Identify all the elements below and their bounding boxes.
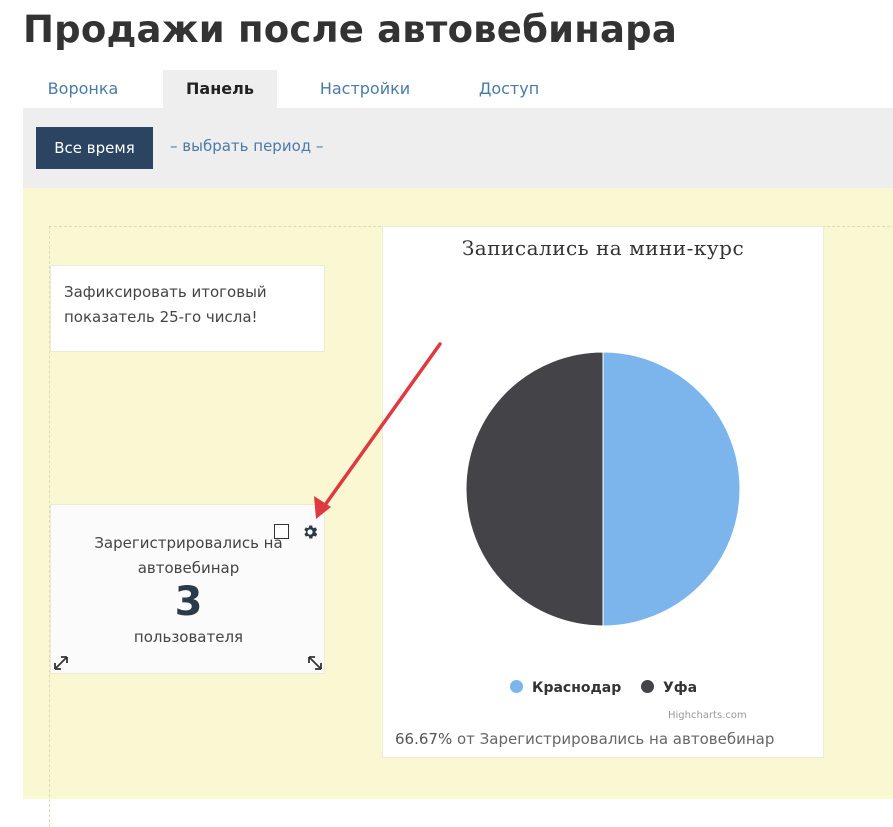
dashboard-area: Зафиксировать итоговый показатель 25-го … xyxy=(23,188,893,827)
tab-panel[interactable]: Панель xyxy=(163,70,277,108)
tab-funnel[interactable]: Воронка xyxy=(23,70,143,108)
note-widget[interactable]: Зафиксировать итоговый показатель 25-го … xyxy=(50,265,325,352)
period-bar: Все время – выбрать период – xyxy=(23,108,893,188)
legend-dot-krasnodar xyxy=(510,680,523,693)
tab-settings[interactable]: Настройки xyxy=(303,70,427,108)
footnote-percent: 66.67% xyxy=(395,730,453,748)
chart-footnote: 66.67% от Зарегистрировались на автовеби… xyxy=(395,730,774,748)
kpi-unit: пользователя xyxy=(133,628,244,646)
highcharts-credits-link[interactable]: Highcharts.com xyxy=(668,710,747,721)
tab-access[interactable]: Доступ xyxy=(453,70,565,108)
pie-slice-ufa[interactable] xyxy=(465,351,604,627)
note-text: Зафиксировать итоговый показатель 25-го … xyxy=(64,283,267,326)
kpi-widget[interactable]: Зарегистрировались на автовебинар 3 поль… xyxy=(50,504,325,674)
chart-title: Записались на мини-курс xyxy=(461,236,745,260)
tab-bar: Воронка Панель Настройки Доступ xyxy=(23,70,893,108)
legend-item-krasnodar[interactable]: Краснодар xyxy=(510,680,621,696)
all-time-button[interactable]: Все время xyxy=(36,127,153,169)
legend-label-krasnodar: Краснодар xyxy=(532,680,622,696)
expand-diagonal-icon[interactable] xyxy=(53,655,69,671)
footnote-text: от Зарегистрировались на автовебинар xyxy=(456,730,775,748)
pie-chart-widget: Записались на мини-курс Краснодар Уфа Hi… xyxy=(382,226,824,758)
page-title: Продажи после автовебинара xyxy=(23,8,678,51)
pie-slice-krasnodar[interactable] xyxy=(602,351,741,627)
pie-chart xyxy=(465,351,741,627)
resize-diagonal-icon[interactable] xyxy=(307,655,323,671)
legend-dot-ufa xyxy=(641,680,654,693)
kpi-value: 3 xyxy=(174,579,203,625)
choose-period-link[interactable]: – выбрать период – xyxy=(170,137,323,155)
gear-icon[interactable] xyxy=(301,523,319,541)
checkbox-icon[interactable] xyxy=(274,524,289,539)
legend-item-ufa[interactable]: Уфа xyxy=(641,680,697,696)
legend-label-ufa: Уфа xyxy=(663,680,698,696)
